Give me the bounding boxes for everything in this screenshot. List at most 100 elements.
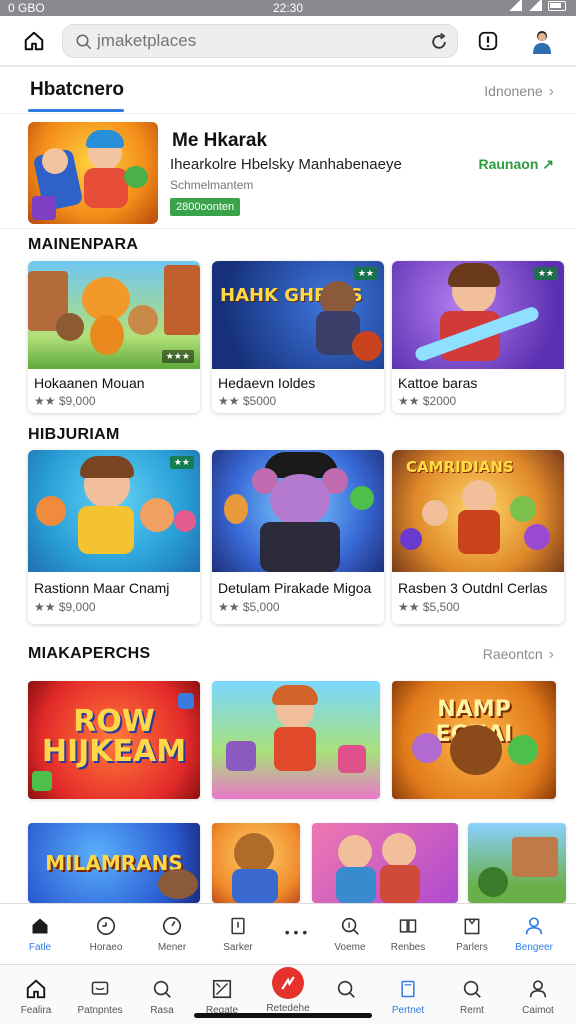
tab-label: Sarker (223, 942, 253, 953)
game-card[interactable]: ★★★ Hokaanen Mouan ★★ $9,000 (28, 261, 200, 413)
game-price: ★★ $9,000 (34, 600, 96, 614)
search-icon (76, 34, 92, 50)
tab-parlers[interactable]: Parlers (440, 914, 504, 953)
search-icon (334, 977, 358, 1001)
wifi-icon (508, 0, 522, 11)
game-card[interactable]: ★★ Kattoe baras ★★ $2000 (392, 261, 564, 413)
featured-item-subtitle: Ihearkolre Hbelsky Manhabenaeye (170, 156, 402, 173)
featured-item[interactable]: Me Hkarak Ihearkolre Hbelsky Manhabenaey… (0, 113, 576, 229)
chevron-right-icon: › (548, 83, 554, 100)
tab-renbes[interactable]: Renbes (376, 914, 440, 953)
promo-art (212, 823, 300, 903)
game-card[interactable]: HAHK GHRNIS ★★ Hedaevn Ioldes ★★ $5000 (212, 261, 384, 413)
promo-banner[interactable]: NAMP EGNAI (392, 681, 556, 799)
tab-caimot[interactable]: Caimot (506, 977, 570, 1016)
person-icon (522, 914, 546, 938)
promo-art: MILAMRANS (28, 823, 200, 903)
search-bar[interactable] (62, 24, 458, 58)
promo-banner[interactable] (468, 823, 566, 903)
book-icon (396, 914, 420, 938)
tab-sarker[interactable]: Sarker (206, 914, 270, 953)
section-title: MIAKAPERCHS (28, 645, 151, 662)
featured-title: Hbatcnero (30, 79, 124, 100)
tab-label: Fealira (20, 1005, 52, 1016)
tablet-icon (226, 914, 250, 938)
tab-label: Pertnet (391, 1005, 425, 1016)
featured-underline (28, 109, 124, 112)
promo-banner[interactable] (212, 823, 300, 903)
tab-fatle[interactable]: Fatle (8, 914, 72, 953)
status-icons (508, 0, 566, 11)
game-price: ★★ $5,500 (398, 600, 460, 614)
tab-voeme[interactable]: Voeme (318, 914, 382, 953)
tab-mener[interactable]: Mener (140, 914, 204, 953)
tab-patnpntes[interactable]: Patnpntes (68, 977, 132, 1016)
promo-art: NAMP EGNAI (392, 681, 556, 799)
tab-regate[interactable]: Regate (190, 977, 254, 1016)
home-button[interactable] (18, 25, 50, 57)
see-all-label: Idnonene (484, 83, 543, 99)
game-name: Rastionn Maar Cnamj (34, 580, 170, 596)
cabinet-icon (460, 914, 484, 938)
tab-retedehe[interactable]: Retedehe (256, 967, 320, 1014)
game-name: Detulam Pirakade Migoa (218, 580, 372, 596)
tab-label: Fatle (28, 942, 52, 953)
game-thumbnail (212, 450, 384, 572)
primary-tab-bar: Fatle Horaeo Mener Sarker • • • Voeme Re… (0, 903, 576, 964)
featured-item-badge: 2800oonten (170, 198, 241, 216)
gauge-icon (160, 914, 184, 938)
home-icon (24, 31, 44, 51)
home-indicator[interactable] (194, 1013, 372, 1018)
tab-label: Bengeer (515, 942, 553, 953)
game-card[interactable]: Detulam Pirakade Migoa ★★ $5,000 (212, 450, 384, 624)
section-see-all[interactable]: Raeontcn › (483, 646, 554, 664)
profile-button[interactable] (526, 25, 558, 57)
featured-thumbnail (28, 122, 158, 224)
rating-tag: ★★ (169, 456, 194, 469)
refresh-icon[interactable] (429, 32, 449, 52)
featured-item-action[interactable]: Raunaon ↗ (478, 156, 554, 173)
search-icon (460, 977, 484, 1001)
clock-face-icon (94, 914, 118, 938)
search-plus-icon (338, 914, 362, 938)
tab-remt[interactable]: Remt (440, 977, 504, 1016)
grid-icon (210, 977, 234, 1001)
tab-label: Voeme (334, 942, 366, 953)
tab-bengeer[interactable]: Bengeer (502, 914, 566, 953)
promo-banner[interactable] (312, 823, 458, 903)
promo-art (312, 823, 458, 903)
game-thumbnail: ★★★ (28, 261, 200, 369)
featured-item-title: Me Hkarak (172, 130, 268, 151)
tab-pertnet[interactable]: Pertnet (376, 977, 440, 1016)
game-card[interactable]: ★★ Rastionn Maar Cnamj ★★ $9,000 (28, 450, 200, 624)
tab-search-alt[interactable] (314, 977, 378, 1005)
game-name: Rasben 3 Outdnl Cerlas (398, 580, 548, 596)
promo-art (212, 681, 380, 799)
featured-see-all[interactable]: Idnonene › (484, 83, 554, 101)
tab-label: Rasa (150, 1005, 174, 1016)
tab-label: Remt (460, 1005, 484, 1016)
clock: 22:30 (272, 1, 304, 15)
tab-horaeo[interactable]: Horaeo (74, 914, 138, 953)
game-thumbnail: ★★ (28, 450, 200, 572)
promo-banner[interactable] (212, 681, 380, 799)
tab-label: Parlers (456, 942, 488, 953)
game-name: Hokaanen Mouan (34, 375, 145, 391)
game-thumbnail: ★★ (392, 261, 564, 369)
game-thumbnail: HAHK GHRNIS ★★ (212, 261, 384, 369)
game-card[interactable]: CAMRIDIANS Rasben 3 Outdnl Cerlas ★★ $5,… (392, 450, 564, 624)
game-price: ★★ $9,000 (34, 394, 96, 408)
promo-title: ROW HIJKEAM (41, 704, 187, 769)
promo-banner[interactable]: ROW HIJKEAM (28, 681, 200, 799)
info-icon (478, 31, 498, 51)
tab-fealira[interactable]: Fealira (4, 977, 68, 1016)
search-input[interactable] (97, 29, 417, 53)
tab-rasa[interactable]: Rasa (130, 977, 194, 1016)
promo-banner[interactable]: MILAMRANS (28, 823, 200, 903)
rating-tag: ★★★ (161, 350, 194, 363)
tab-label: Mener (157, 942, 187, 953)
info-button[interactable] (472, 25, 504, 57)
promo-art (468, 823, 566, 903)
chevron-right-icon: › (548, 646, 554, 663)
message-icon (88, 977, 112, 1001)
